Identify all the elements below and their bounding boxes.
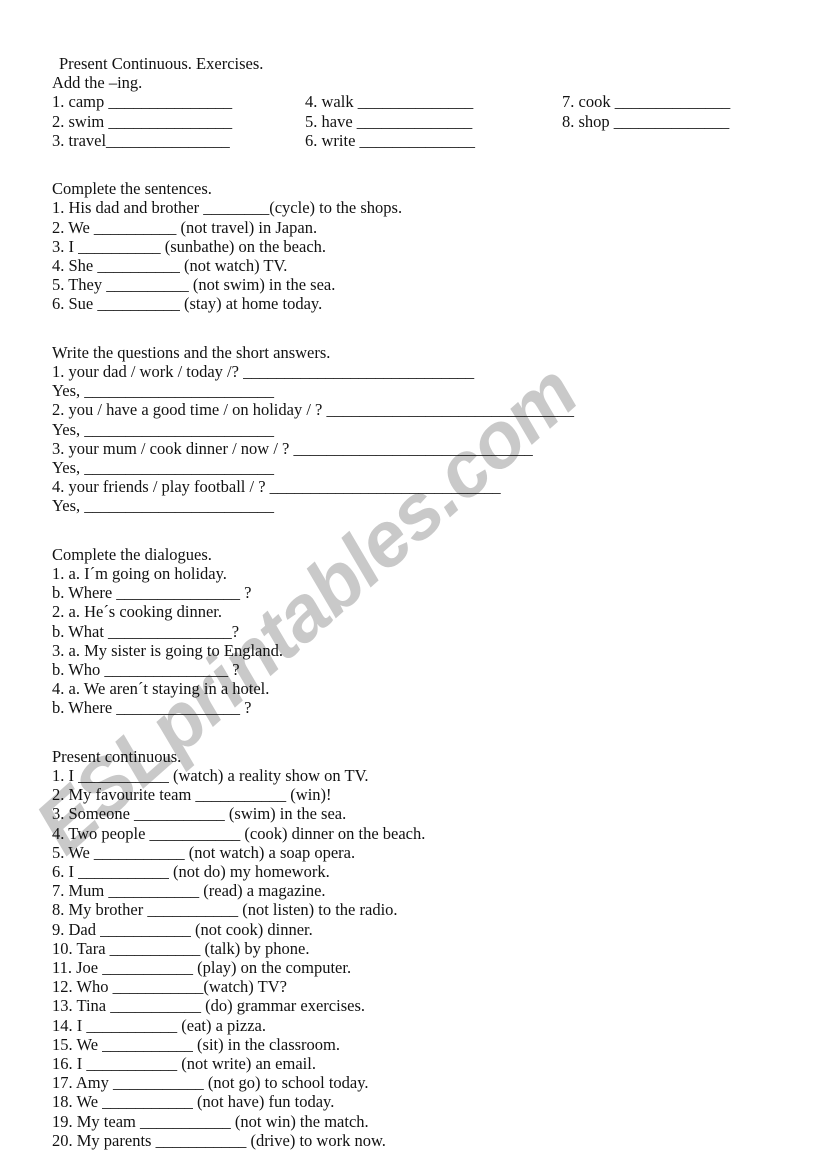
exercise-item: 4. She __________ (not watch) TV. <box>52 255 288 275</box>
exercise-item: 2. We __________ (not travel) in Japan. <box>52 217 318 237</box>
exercise-item: 4. a. We aren´t staying in a hotel. <box>52 679 270 699</box>
exercise-item: 7. Mum ___________ (read) a magazine. <box>52 881 326 901</box>
exercise-item: 5. We ___________ (not watch) a soap ope… <box>52 842 356 862</box>
exercise-item: 13. Tina ___________ (do) grammar exerci… <box>52 996 365 1016</box>
worksheet-content: Present Continuous. Exercises. Add the –… <box>52 54 782 1150</box>
section1-row: 2. swim _______________ 5. have ________… <box>52 112 782 131</box>
section1-heading: Add the –ing. <box>52 73 143 93</box>
exercise-item: 5. They __________ (not swim) in the sea… <box>52 275 336 295</box>
section1-row: 3. travel_______________ 6. write ______… <box>52 131 782 150</box>
section3-heading: Write the questions and the short answer… <box>52 342 331 362</box>
exercise-item: 16. I ___________ (not write) an email. <box>52 1054 316 1074</box>
exercise-item: 20. My parents ___________ (drive) to wo… <box>52 1130 386 1150</box>
exercise-item: 14. I ___________ (eat) a pizza. <box>52 1015 266 1035</box>
exercise-item: 4. walk ______________ <box>305 92 474 112</box>
exercise-item: b. Where _______________ ? <box>52 698 252 718</box>
exercise-item: 12. Who ___________(watch) TV? <box>52 977 287 997</box>
exercise-item: 3. I __________ (sunbathe) on the beach. <box>52 236 327 256</box>
exercise-item: 3. your mum / cook dinner / now / ? ____… <box>52 438 533 458</box>
exercise-item: Yes, _______________________ <box>52 496 275 516</box>
exercise-item: 1. your dad / work / today /? __________… <box>52 361 475 381</box>
exercise-item: b. Where _______________ ? <box>52 583 252 603</box>
exercise-item: 6. I ___________ (not do) my homework. <box>52 862 330 882</box>
page-title: Present Continuous. Exercises. <box>59 54 264 73</box>
exercise-item: 4. Two people ___________ (cook) dinner … <box>52 823 426 843</box>
exercise-item: 3. travel_______________ <box>52 130 230 150</box>
exercise-item: 6. Sue __________ (stay) at home today. <box>52 294 323 314</box>
exercise-item: 3. Someone ___________ (swim) in the sea… <box>52 804 347 824</box>
exercise-item: Yes, _______________________ <box>52 381 275 401</box>
exercise-item: 9. Dad ___________ (not cook) dinner. <box>52 919 313 939</box>
worksheet-page: Present Continuous. Exercises. Add the –… <box>0 0 821 1161</box>
exercise-item: 6. write ______________ <box>305 130 476 150</box>
exercise-item: 8. My brother ___________ (not listen) t… <box>52 900 398 920</box>
exercise-item: 5. have ______________ <box>305 111 473 131</box>
exercise-item: 11. Joe ___________ (play) on the comput… <box>52 958 352 978</box>
section1-row: 1. camp _______________ 4. walk ________… <box>52 92 782 111</box>
exercise-item: 2. My favourite team ___________ (win)! <box>52 785 332 805</box>
exercise-item: b. What _______________? <box>52 621 240 641</box>
section2-heading: Complete the sentences. <box>52 179 212 199</box>
exercise-item: 2. a. He´s cooking dinner. <box>52 602 223 622</box>
exercise-item: 19. My team ___________ (not win) the ma… <box>52 1111 369 1131</box>
exercise-item: 4. your friends / play football / ? ____… <box>52 477 501 497</box>
exercise-item: 18. We ___________ (not have) fun today. <box>52 1092 335 1112</box>
section4-heading: Complete the dialogues. <box>52 544 212 564</box>
exercise-item: Yes, _______________________ <box>52 457 275 477</box>
exercise-item: 10. Tara ___________ (talk) by phone. <box>52 938 310 958</box>
exercise-item: 2. swim _______________ <box>52 111 233 131</box>
exercise-item: 3. a. My sister is going to England. <box>52 640 283 660</box>
exercise-item: 17. Amy ___________ (not go) to school t… <box>52 1073 369 1093</box>
exercise-item: b. Who _______________ ? <box>52 660 240 679</box>
exercise-item: 8. shop ______________ <box>562 111 730 131</box>
exercise-item: Yes, _______________________ <box>52 419 275 439</box>
section5-heading: Present continuous. <box>52 746 182 766</box>
exercise-item: 1. a. I´m going on holiday. <box>52 563 227 583</box>
exercise-item: 2. you / have a good time / on holiday /… <box>52 400 574 420</box>
exercise-item: 1. His dad and brother ________(cycle) t… <box>52 198 403 218</box>
exercise-item: 1. camp _______________ <box>52 92 233 112</box>
exercise-item: 7. cook ______________ <box>562 92 731 112</box>
exercise-item: 15. We ___________ (sit) in the classroo… <box>52 1034 341 1054</box>
exercise-item: 1. I ___________ (watch) a reality show … <box>52 766 369 785</box>
